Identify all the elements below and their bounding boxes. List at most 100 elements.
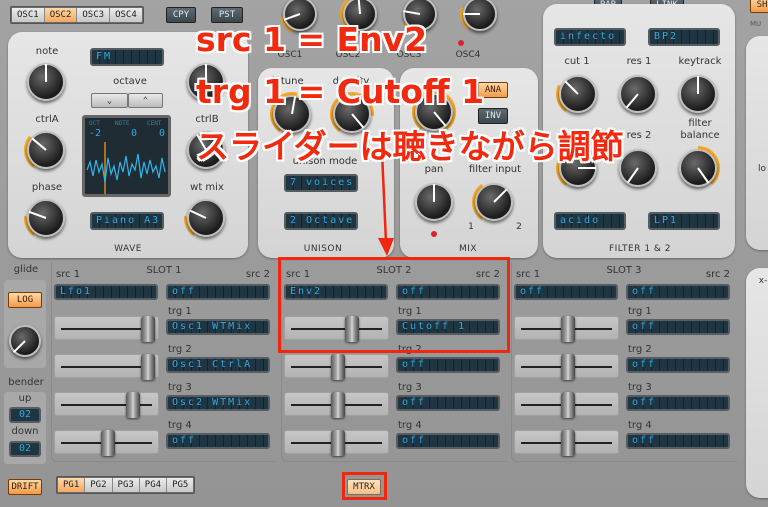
note-knob[interactable]	[24, 60, 68, 104]
slider-thumb[interactable]	[560, 316, 575, 342]
drift-button[interactable]: DRIFT	[8, 479, 42, 495]
ctrla-label: ctrlA	[35, 114, 59, 125]
glide-log-button[interactable]: LOG	[8, 292, 42, 308]
slider-thumb[interactable]	[100, 430, 115, 456]
tab-pg5[interactable]: PG5	[167, 478, 194, 492]
page-tab-group: PG1 PG2 PG3 PG4 PG5	[56, 476, 196, 494]
unison-section-title: UNISON	[303, 244, 343, 254]
scope-oct-value: -2	[89, 128, 102, 139]
slider-thumb[interactable]	[141, 316, 156, 342]
right-panel	[746, 36, 768, 250]
osc4-led	[458, 40, 464, 46]
tab-pg1[interactable]: PG1	[58, 478, 86, 492]
amount-slider[interactable]	[514, 354, 619, 380]
keytrack-label: keytrack	[678, 56, 722, 67]
slider-thumb[interactable]	[330, 392, 345, 418]
target-display[interactable]: off	[626, 319, 730, 335]
waveform-graph	[86, 142, 166, 194]
cut1-knob[interactable]	[556, 72, 600, 116]
amount-slider[interactable]	[284, 354, 389, 380]
target-label: trg 4	[628, 420, 652, 431]
octave-down-button[interactable]: ⌄	[91, 93, 128, 108]
target-label: trg 1	[168, 306, 192, 317]
wt-mix-label: wt mix	[190, 182, 224, 193]
glide-label: glide	[13, 264, 39, 275]
target-display[interactable]: off	[166, 433, 270, 449]
target-display[interactable]: off	[626, 357, 730, 373]
target-display[interactable]: Osc2 WTMix	[166, 395, 270, 411]
amount-slider[interactable]	[54, 430, 159, 456]
wavetable-display[interactable]: Piano A3	[90, 212, 164, 230]
sh-button[interactable]: SH	[750, 0, 768, 13]
pan-knob[interactable]	[412, 180, 456, 224]
slider-thumb[interactable]	[330, 354, 345, 380]
slider-thumb[interactable]	[560, 392, 575, 418]
src1-display[interactable]: Lfo1	[54, 284, 158, 300]
amount-slider[interactable]	[284, 430, 389, 456]
src2-display[interactable]: off	[626, 284, 730, 300]
target-display[interactable]: off	[396, 357, 500, 373]
target-display[interactable]: off	[626, 433, 730, 449]
tab-pg4[interactable]: PG4	[139, 478, 168, 492]
unison-range-display[interactable]: 2 Octave	[284, 212, 358, 230]
filter1-type-display[interactable]: infecto	[554, 28, 626, 46]
glide-knob[interactable]	[6, 322, 44, 360]
tab-osc3[interactable]: OSC3	[77, 8, 111, 22]
target-display[interactable]: Osc1 CtrlA	[166, 357, 270, 373]
target-label: trg 2	[168, 344, 192, 355]
target-label: trg 4	[398, 420, 422, 431]
target-display[interactable]: Osc1 WTMix	[166, 319, 270, 335]
bender-up-value[interactable]: 02	[9, 407, 41, 423]
bender-down-label: down	[11, 426, 39, 437]
phase-knob[interactable]	[24, 196, 68, 240]
target-display[interactable]: off	[626, 395, 730, 411]
amount-slider[interactable]	[514, 430, 619, 456]
filter-section-title: FILTER 1 & 2	[608, 244, 672, 254]
filter-input-min: 1	[468, 222, 474, 232]
right-bottom-panel	[746, 268, 768, 498]
bender-label: bender	[8, 377, 44, 388]
filter-input-knob[interactable]	[472, 180, 516, 224]
annotation-line3: スライダーは聴きながら調節	[196, 127, 624, 166]
tab-osc4[interactable]: OSC4	[110, 8, 142, 22]
synth-window: OSC1 OSC2 OSC3 OSC4 CPY PST OSC1 OSC2 OS…	[0, 0, 768, 507]
amount-slider[interactable]	[514, 392, 619, 418]
unison-mode-display[interactable]: 7 voices	[284, 174, 358, 192]
filter-balance-label: filter balance	[680, 118, 720, 141]
slider-thumb[interactable]	[125, 392, 140, 418]
src1-display[interactable]: off	[514, 284, 618, 300]
slider-thumb[interactable]	[560, 430, 575, 456]
target-display[interactable]: off	[396, 395, 500, 411]
amount-slider[interactable]	[284, 392, 389, 418]
osc4-level-knob[interactable]	[460, 0, 500, 34]
amount-slider[interactable]	[54, 354, 159, 380]
slider-thumb[interactable]	[330, 430, 345, 456]
slider-thumb[interactable]	[560, 354, 575, 380]
tab-osc2[interactable]: OSC2	[44, 8, 78, 22]
scope-oct-label: OCT	[89, 120, 100, 127]
copy-button[interactable]: CPY	[166, 7, 196, 23]
filter3-type-display[interactable]: acido	[554, 212, 626, 230]
scope-note-value: 0	[131, 128, 138, 139]
tab-pg2[interactable]: PG2	[85, 478, 113, 492]
wt-mix-knob[interactable]	[184, 196, 228, 240]
target-display[interactable]: off	[396, 433, 500, 449]
filter4-type-display[interactable]: LP1	[648, 212, 720, 230]
src2-display[interactable]: off	[166, 284, 270, 300]
annotation-line1: src 1 = Env2	[196, 20, 428, 59]
filter2-type-display[interactable]: BP2	[648, 28, 720, 46]
amount-slider[interactable]	[54, 392, 159, 418]
filter-balance-knob[interactable]	[676, 146, 720, 190]
amount-slider[interactable]	[514, 316, 619, 342]
bender-down-value[interactable]: 02	[9, 441, 41, 457]
tab-pg3[interactable]: PG3	[112, 478, 140, 492]
amount-slider[interactable]	[54, 316, 159, 342]
tab-osc1[interactable]: OSC1	[12, 8, 45, 22]
res1-knob[interactable]	[616, 72, 660, 116]
keytrack-knob[interactable]	[676, 72, 720, 116]
slider-thumb[interactable]	[141, 354, 156, 380]
ctrla-knob[interactable]	[24, 128, 68, 172]
octave-up-button[interactable]: ⌃	[128, 93, 163, 108]
osc-type-display[interactable]: FM	[90, 48, 164, 66]
slot-title: SLOT 1	[146, 265, 182, 276]
